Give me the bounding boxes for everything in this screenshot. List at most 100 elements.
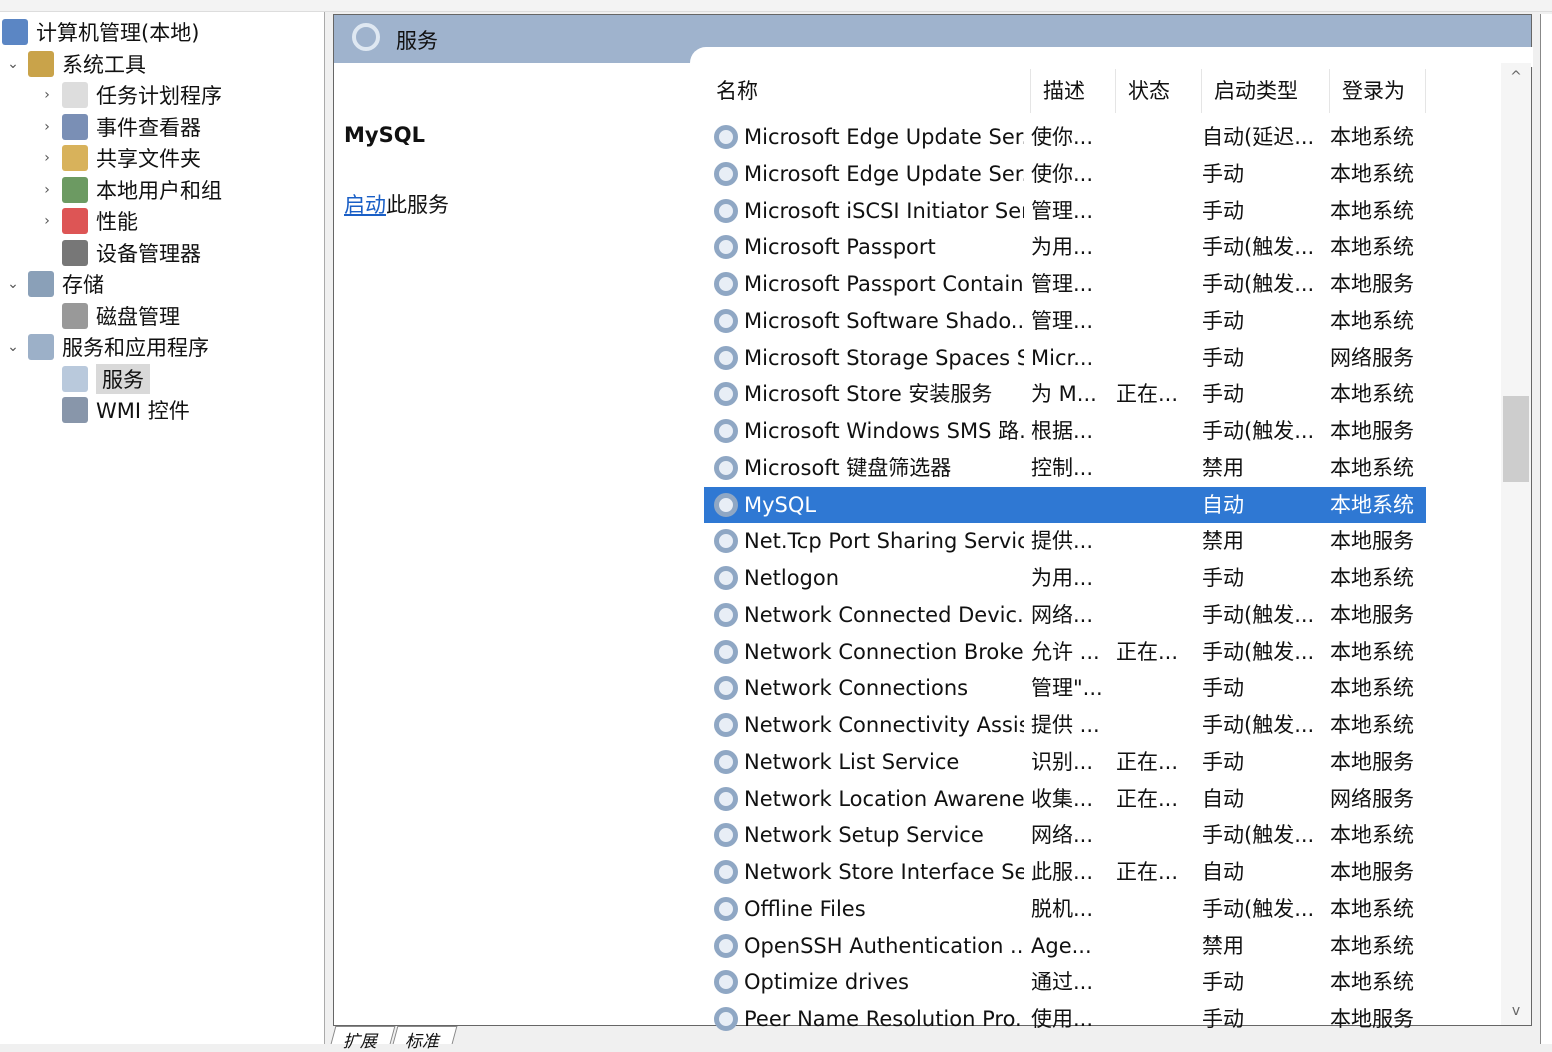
services-panel: 服务 MySQL 启动此服务 名称 描述 状态 启动类型 登录为 Microsoft Ed… bbox=[333, 14, 1533, 1031]
service-gear-icon bbox=[714, 713, 738, 737]
service-row[interactable]: Netlogon 为用... 手动 本地系统 bbox=[704, 560, 1426, 596]
tab-extended[interactable]: 扩展 bbox=[330, 1026, 396, 1052]
startup-type: 手动(触发... bbox=[1202, 896, 1315, 921]
scroll-down-icon[interactable]: v bbox=[1501, 1003, 1531, 1019]
service-gear-icon bbox=[714, 896, 738, 921]
service-gear-icon bbox=[714, 382, 738, 407]
startup-type: 自动 bbox=[1202, 860, 1244, 884]
service-row[interactable]: Network Location Awarene... 收集... 正在... 自动 网… bbox=[704, 781, 1426, 817]
scrollbar-thumb[interactable] bbox=[1503, 396, 1529, 482]
service-gear-icon bbox=[714, 602, 738, 627]
tree-item[interactable]: 磁盘管理 bbox=[38, 301, 180, 331]
service-row[interactable]: Network Connection Broker 允许 ... 正在... 手动(触… bbox=[704, 634, 1426, 670]
tree-item[interactable]: ⌄ 服务和应用程序 bbox=[4, 332, 209, 362]
service-row[interactable]: Microsoft Edge Update Ser... 使你... 手动 本地系统 bbox=[704, 156, 1426, 192]
service-description: 网络... bbox=[1031, 823, 1094, 848]
service-row[interactable]: Peer Name Resolution Pro... 使用... 手动 本地服务 bbox=[704, 1001, 1426, 1037]
startup-type: 手动(触发... bbox=[1202, 272, 1315, 296]
startup-type: 手动 bbox=[1202, 749, 1244, 774]
tree-item[interactable]: 服务 bbox=[38, 363, 150, 394]
chevron-icon[interactable]: ⌄ bbox=[4, 56, 22, 72]
log-on-as: 本地系统 bbox=[1330, 713, 1414, 737]
performance-icon bbox=[62, 208, 88, 234]
scroll-up-icon[interactable]: ^ bbox=[1501, 69, 1531, 85]
tree-item[interactable]: › 任务计划程序 bbox=[38, 80, 222, 110]
start-service-link[interactable]: 启动 bbox=[344, 193, 386, 217]
service-name: Microsoft Software Shado... bbox=[744, 308, 1024, 333]
service-row[interactable]: Microsoft Edge Update Ser... 使你... 自动(延迟..… bbox=[704, 119, 1426, 155]
tree-item[interactable]: 设备管理器 bbox=[38, 238, 201, 268]
chevron-icon[interactable]: › bbox=[38, 87, 56, 103]
log-on-as: 本地系统 bbox=[1330, 161, 1414, 186]
service-row[interactable]: Optimize drives 通过... 手动 本地系统 bbox=[704, 964, 1426, 1000]
tree-item[interactable]: ⌄ 系统工具 bbox=[4, 49, 146, 79]
chevron-icon[interactable]: › bbox=[38, 213, 56, 229]
startup-type: 手动 bbox=[1202, 676, 1244, 701]
service-status: 正在... bbox=[1116, 749, 1179, 774]
chevron-icon[interactable]: › bbox=[38, 182, 56, 198]
column-header[interactable]: 状态 bbox=[1116, 69, 1202, 113]
tree-item-label: 系统工具 bbox=[62, 52, 146, 77]
service-row[interactable]: Microsoft Passport 为用... 手动(触发... 本地系统 bbox=[704, 229, 1426, 265]
service-row[interactable]: Network Connections 管理"... 手动 本地系统 bbox=[704, 670, 1426, 706]
tree-item[interactable]: › 共享文件夹 bbox=[38, 143, 201, 173]
chevron-icon[interactable]: ⌄ bbox=[4, 276, 22, 292]
log-on-as: 本地服务 bbox=[1330, 860, 1414, 884]
service-gear-icon bbox=[714, 1007, 738, 1031]
service-row[interactable]: MySQL 自动 本地系统 bbox=[704, 486, 1426, 523]
service-row[interactable]: Offline Files 脱机... 手动(触发... 本地系统 bbox=[704, 891, 1426, 927]
action-pane-edge bbox=[1540, 14, 1552, 1044]
tree-item[interactable]: WMI 控件 bbox=[38, 395, 190, 425]
service-row[interactable]: Net.Tcp Port Sharing Service 提供... 禁用 本地服务 bbox=[704, 523, 1426, 559]
service-gear-icon bbox=[714, 345, 738, 370]
log-on-as: 本地系统 bbox=[1330, 970, 1414, 995]
service-row[interactable]: Microsoft Windows SMS 路... 根据... 手动(触发... 本… bbox=[704, 413, 1426, 449]
service-name: Microsoft Windows SMS 路... bbox=[744, 419, 1024, 443]
service-row[interactable]: Microsoft Software Shado... 管理... 手动 本地系统 bbox=[704, 303, 1426, 339]
service-description: 为用... bbox=[1031, 235, 1094, 260]
column-header[interactable]: 名称 bbox=[704, 69, 1031, 113]
column-header[interactable]: 描述 bbox=[1031, 69, 1116, 113]
tree-item-label: WMI 控件 bbox=[96, 399, 190, 423]
log-on-as: 本地服务 bbox=[1330, 602, 1414, 627]
service-name: Netlogon bbox=[744, 566, 840, 590]
startup-type: 手动 bbox=[1202, 970, 1244, 995]
service-row[interactable]: Network Setup Service 网络... 手动(触发... 本地系统 bbox=[704, 817, 1426, 853]
service-description: 脱机... bbox=[1031, 896, 1094, 921]
tab-standard[interactable]: 标准 bbox=[392, 1026, 458, 1052]
service-row[interactable]: Microsoft Passport Container 管理... 手动(触发..… bbox=[704, 266, 1426, 302]
service-name: Network Store Interface Se... bbox=[744, 860, 1024, 884]
log-on-as: 本地系统 bbox=[1330, 823, 1414, 848]
tree-item-label: 本地用户和组 bbox=[96, 178, 222, 203]
service-row[interactable]: OpenSSH Authentication ... Age... 禁用 本地系统 bbox=[704, 928, 1426, 964]
tree-item[interactable]: › 事件查看器 bbox=[38, 112, 201, 142]
chevron-icon[interactable]: › bbox=[38, 150, 56, 166]
tree-item[interactable]: 计算机管理(本地) bbox=[2, 17, 199, 47]
service-row[interactable]: Network Connectivity Assis... 提供 ... 手动(触发… bbox=[704, 707, 1426, 743]
service-row[interactable]: Microsoft 键盘筛选器 控制... 禁用 本地系统 bbox=[704, 450, 1426, 486]
service-description: Micr... bbox=[1031, 345, 1094, 370]
chevron-icon[interactable]: › bbox=[38, 119, 56, 135]
startup-type: 手动(触发... bbox=[1202, 713, 1315, 737]
chevron-icon[interactable]: ⌄ bbox=[4, 339, 22, 355]
vertical-scrollbar[interactable]: ^ v bbox=[1501, 63, 1531, 1025]
tree-item-label: 服务 bbox=[96, 363, 150, 394]
service-row[interactable]: Microsoft Storage Spaces S... Micr... 手动 网络… bbox=[704, 340, 1426, 376]
service-row[interactable]: Network Connected Devic... 网络... 手动(触发... 本… bbox=[704, 597, 1426, 633]
startup-type: 手动(触发... bbox=[1202, 602, 1315, 627]
service-row[interactable]: Microsoft Store 安装服务 为 M... 正在... 手动 本地系统 bbox=[704, 376, 1426, 412]
service-description: 管理... bbox=[1031, 308, 1094, 333]
service-row[interactable]: Microsoft iSCSI Initiator Ser... 管理... 手动 本… bbox=[704, 193, 1426, 229]
column-header[interactable]: 启动类型 bbox=[1202, 69, 1330, 113]
service-description: 提供... bbox=[1031, 529, 1094, 554]
service-row[interactable]: Network Store Interface Se... 此服... 正在... 自… bbox=[704, 854, 1426, 890]
tree-item[interactable]: ⌄ 存储 bbox=[4, 269, 104, 299]
tree-item[interactable]: › 本地用户和组 bbox=[38, 175, 222, 205]
tree-item[interactable]: › 性能 bbox=[38, 206, 138, 236]
shared-folder-icon bbox=[62, 145, 88, 171]
services-list: 名称 描述 状态 启动类型 登录为 Microsoft Edge Update Ser..… bbox=[704, 63, 1501, 1031]
service-gear-icon bbox=[714, 823, 738, 848]
service-row[interactable]: Network List Service 识别... 正在... 手动 本地服务 bbox=[704, 744, 1426, 780]
service-gear-icon bbox=[714, 566, 738, 590]
column-header[interactable]: 登录为 bbox=[1330, 69, 1426, 113]
